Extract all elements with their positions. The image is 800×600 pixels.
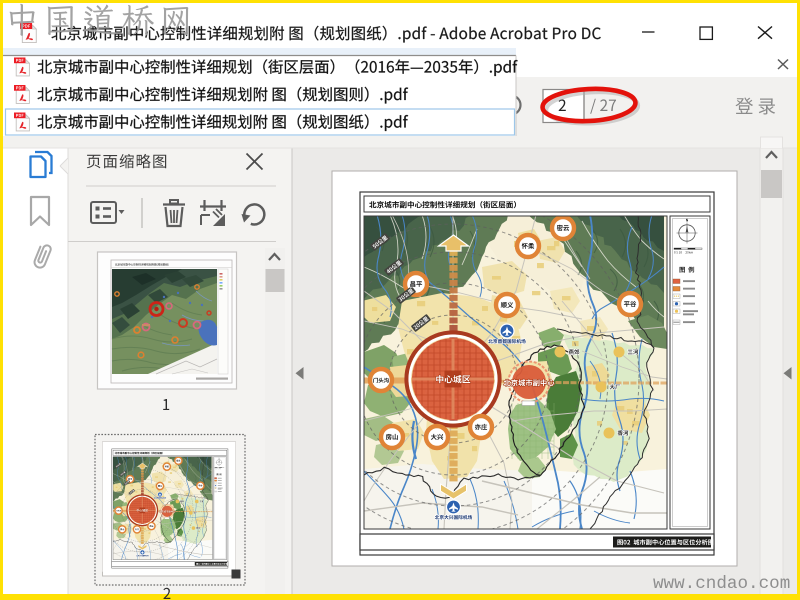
svg-text:www.cndao.com: www.cndao.com [653,574,790,594]
